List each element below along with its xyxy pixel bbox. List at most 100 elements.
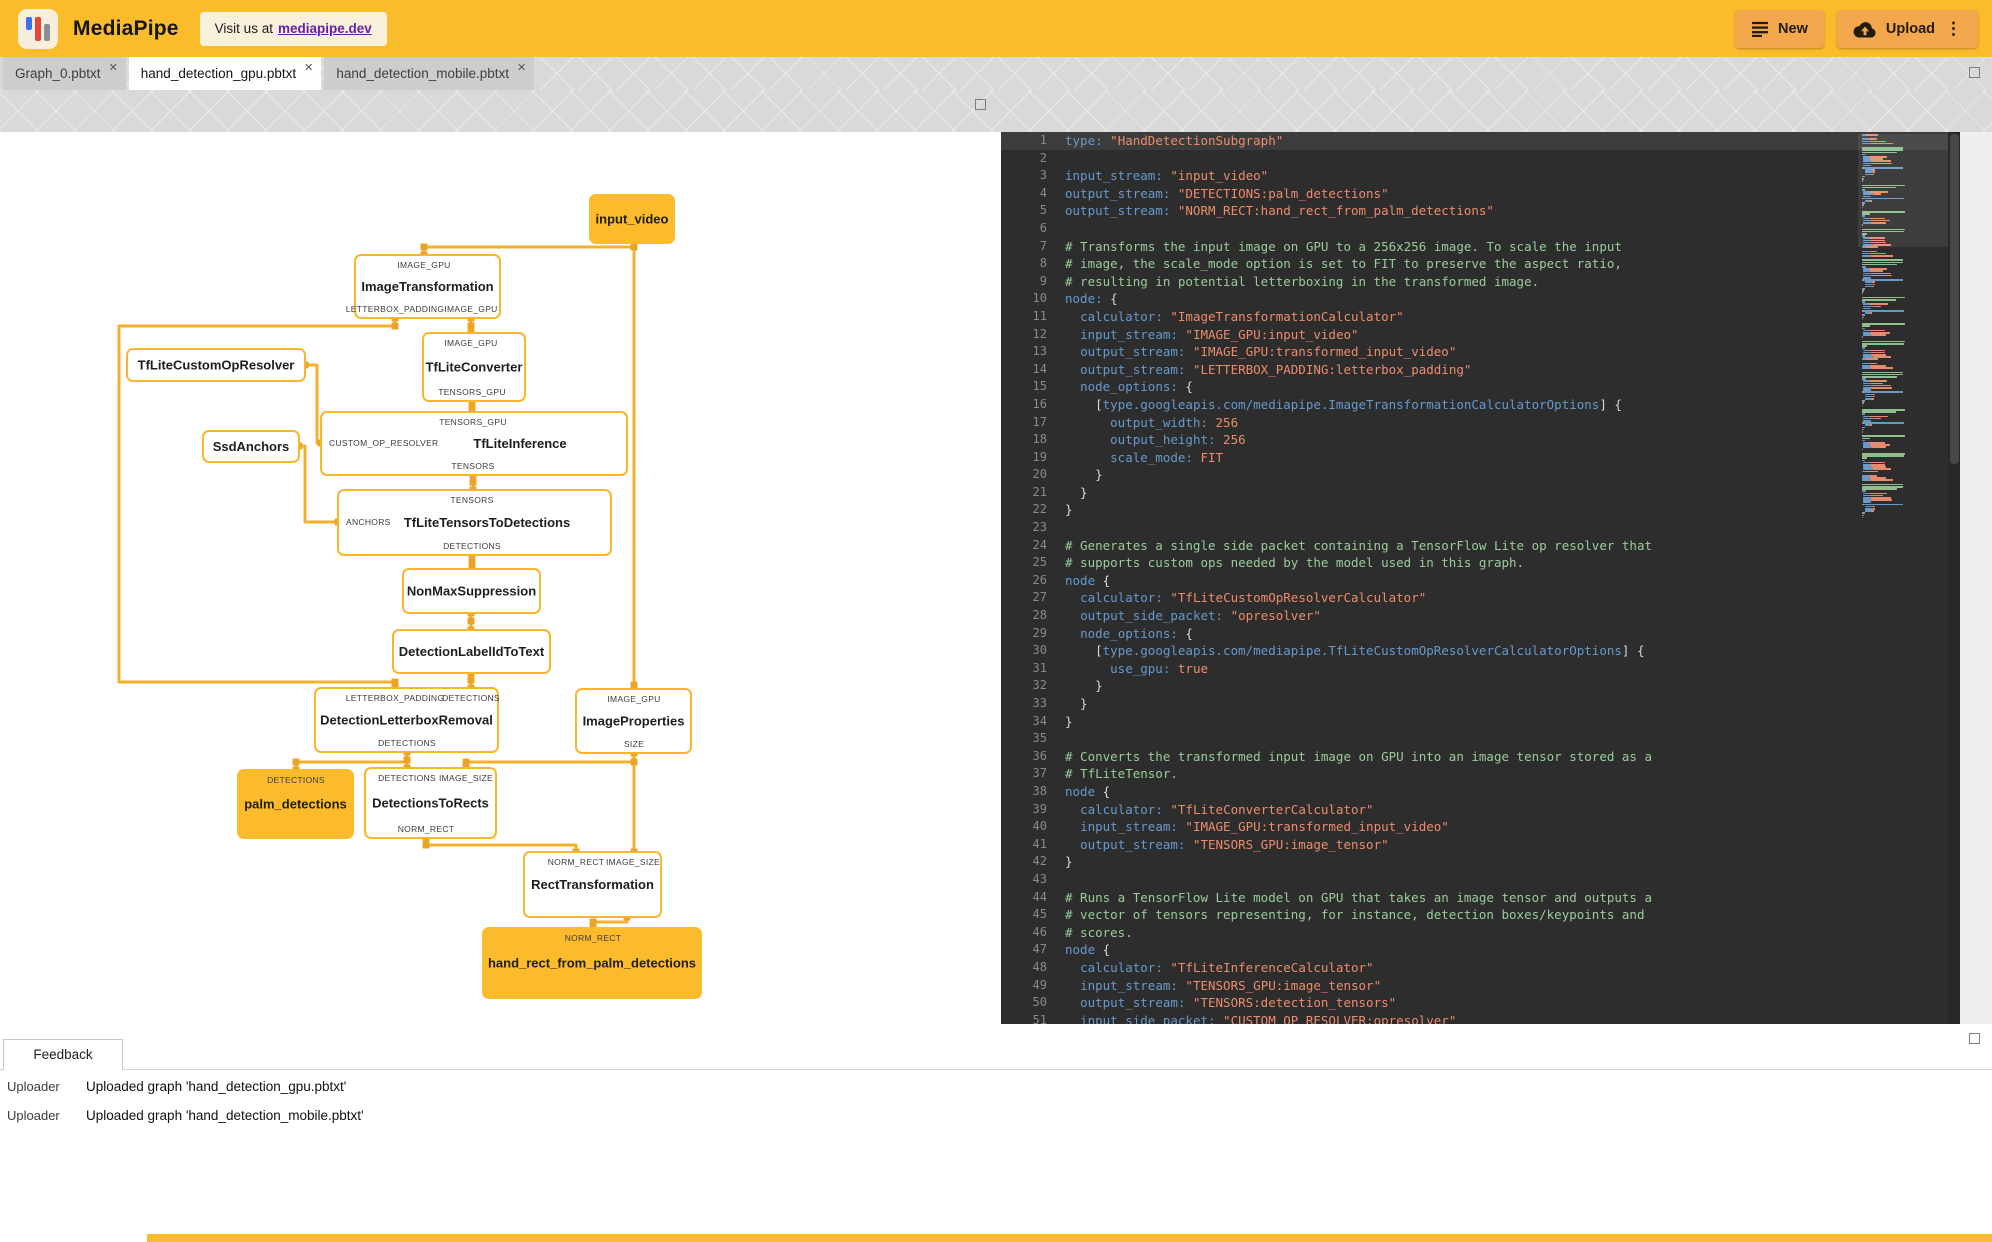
file-tab-2[interactable]: hand_detection_mobile.pbtxt ✕ [324,57,535,90]
close-icon[interactable]: ✕ [517,61,526,74]
feedback-message: Uploaded graph 'hand_detection_gpu.pbtxt… [86,1079,347,1094]
code-line[interactable]: 3 input_stream: "input_video" [1001,167,1960,185]
code-line[interactable]: 51 input_side_packet: "CUSTOM_OP_RESOLVE… [1001,1012,1960,1024]
code-line[interactable]: 47 node { [1001,941,1960,959]
file-tab-0[interactable]: Graph_0.pbtxt ✕ [3,57,126,90]
code-line[interactable]: 12 input_stream: "IMAGE_GPU:input_video" [1001,326,1960,344]
code-line[interactable]: 17 output_width: 256 [1001,414,1960,432]
code-line[interactable]: 20 } [1001,466,1960,484]
code-line[interactable]: 28 output_side_packet: "opresolver" [1001,607,1960,625]
code-line[interactable]: 14 output_stream: "LETTERBOX_PADDING:let… [1001,361,1960,379]
code-line[interactable]: 21 } [1001,484,1960,502]
minimap-line [1862,314,1865,316]
graph-node-input_video[interactable]: input_video [589,194,675,244]
graph-expand-icon[interactable] [975,99,986,110]
line-number: 22 [1032,502,1047,517]
code-line[interactable]: 46 # scores. [1001,924,1960,942]
code-line[interactable]: 30 [type.googleapis.com/mediapipe.TfLite… [1001,642,1960,660]
minimap-line [1863,468,1873,470]
minimap-line [1870,270,1884,272]
editor-scrollbar[interactable] [1948,132,1960,1024]
code-line[interactable]: 6 [1001,220,1960,238]
code-line[interactable]: 44 # Runs a TensorFlow Lite model on GPU … [1001,889,1960,907]
file-tab-1[interactable]: hand_detection_gpu.pbtxt ✕ [128,57,322,90]
graph-node-TfLiteTensorsToDetections[interactable]: TENSORS DETECTIONS ANCHORS TfLiteTensorsToD… [337,489,612,556]
feedback-row: Uploader Uploaded graph 'hand_detection_g… [0,1072,1400,1101]
code-line[interactable]: 31 use_gpu: true [1001,660,1960,678]
minimap-viewport[interactable] [1858,134,1948,247]
upload-button[interactable]: Upload ⋮ [1836,9,1978,48]
editor-scrollbar-thumb[interactable] [1950,134,1959,464]
graph-node-DetectionLetterboxRemoval[interactable]: LETTERBOX_PADDINGDETECTIONSDETECTIONSDet… [314,687,500,753]
code-line[interactable]: 37 # TfLiteTensor. [1001,765,1960,783]
code-line[interactable]: 48 calculator: "TfLiteInferenceCalculato… [1001,959,1960,977]
feedback-expand-icon[interactable] [1969,1033,1980,1044]
code-line[interactable]: 5 output_stream: "NORM_RECT:hand_rect_fro… [1001,202,1960,220]
code-line[interactable]: 49 input_stream: "TENSORS_GPU:image_tens… [1001,977,1960,995]
code-line[interactable]: 24 # Generates a single side packet conta… [1001,537,1960,555]
code-line[interactable]: 32 } [1001,677,1960,695]
graph-canvas[interactable]: input_video IMAGE_GPU LETTERBOX_PADDING IMA… [0,132,1001,1024]
code-line[interactable]: 36 # Converts the transformed input image… [1001,748,1960,766]
code-line[interactable]: 16 [type.googleapis.com/mediapipe.ImageT… [1001,396,1960,414]
code-editor[interactable]: 1 type: "HandDetectionSubgraph" 2 3 input_st… [1001,132,1960,1024]
code-line[interactable]: 19 scale_mode: FIT [1001,449,1960,467]
graph-node-RectTransformation[interactable]: NORM_RECT IMAGE_SIZE RectTransformation [523,851,662,918]
graph-node-hand_rect_from_palm_detections[interactable]: NORM_RECT hand_rect_from_palm_detections [482,927,702,999]
port-marker [391,678,399,686]
code-line[interactable]: 11 calculator: "ImageTransformationCalcu… [1001,308,1960,326]
graph-node-DetectionLabelIdToText[interactable]: DetectionLabelIdToText [392,629,551,674]
code-line[interactable]: 38 node { [1001,783,1960,801]
close-icon[interactable]: ✕ [304,61,313,74]
code-line[interactable]: 50 output_stream: "TENSORS:detection_ten… [1001,994,1960,1012]
node-title: TfLiteInference [473,436,566,451]
code-line[interactable]: 34} [1001,713,1960,731]
code-line[interactable]: 35 [1001,730,1960,748]
code-line[interactable]: 9 # resulting in potential letterboxing i… [1001,273,1960,291]
line-text: } [1065,854,1073,870]
code-line[interactable]: 7 # Transforms the input image on GPU to … [1001,238,1960,256]
close-icon[interactable]: ✕ [109,61,118,74]
code-line[interactable]: 22} [1001,501,1960,519]
editor-expand-icon[interactable] [1969,67,1980,78]
code-line[interactable]: 33 } [1001,695,1960,713]
app-title: MediaPipe [73,16,179,40]
graph-node-ImageTransformation[interactable]: IMAGE_GPULETTERBOX_PADDING IMAGE_GPUImage… [346,254,501,319]
minimap[interactable] [1858,134,1948,1020]
graph-node-palm_detections[interactable]: DETECTIONS palm_detections [237,769,354,839]
line-number: 13 [1032,344,1047,359]
code-line[interactable]: 15 node_options: { [1001,378,1960,396]
node-title: input_video [596,212,669,227]
upload-menu-dots-icon[interactable]: ⋮ [1945,20,1962,37]
graph-node-TfLiteConverter[interactable]: IMAGE_GPU TENSORS_GPU TfLiteConverter [422,332,526,402]
code-line[interactable]: 8 # image, the scale_mode option is set t… [1001,255,1960,273]
graph-node-NonMaxSuppression[interactable]: NonMaxSuppression [402,568,541,614]
graph-node-TfLiteInference[interactable]: TENSORS_GPU TENSORS CUSTOM_OP_RESOLVER TfLi… [320,411,628,476]
graph-node-ImageProperties[interactable]: IMAGE_GPU SIZE ImageProperties [575,688,692,754]
code-line[interactable]: 4 output_stream: "DETECTIONS:palm_detecti… [1001,185,1960,203]
graph-node-TfLiteCustomOpResolver[interactable]: TfLiteCustomOpResolver [126,348,306,382]
code-line[interactable]: 13 output_stream: "IMAGE_GPU:transformed… [1001,343,1960,361]
code-line[interactable]: 45 # vector of tensors representing, for … [1001,906,1960,924]
code-line[interactable]: 41 output_stream: "TENSORS_GPU:image_ten… [1001,836,1960,854]
code-line[interactable]: 1 type: "HandDetectionSubgraph" [1001,132,1960,150]
code-line[interactable]: 23 [1001,519,1960,537]
code-line[interactable]: 10 node: { [1001,290,1960,308]
port-label: TENSORS_GPU [439,417,507,427]
code-line[interactable]: 27 calculator: "TfLiteCustomOpResolverCa… [1001,589,1960,607]
code-line[interactable]: 2 [1001,150,1960,168]
code-line[interactable]: 29 node_options: { [1001,625,1960,643]
code-line[interactable]: 39 calculator: "TfLiteConverterCalculato… [1001,801,1960,819]
tab-feedback[interactable]: Feedback [3,1039,123,1070]
new-button[interactable]: New [1735,9,1824,48]
graph-node-SsdAnchors[interactable]: SsdAnchors [202,430,300,463]
code-line[interactable]: 40 input_stream: "IMAGE_GPU:transformed_… [1001,818,1960,836]
graph-node-DetectionsToRects[interactable]: DETECTIONS IMAGE_SIZE NORM_RECT DetectionsT… [364,767,497,839]
code-line[interactable]: 18 output_height: 256 [1001,431,1960,449]
code-line[interactable]: 42} [1001,853,1960,871]
mediapipe-dev-link[interactable]: mediapipe.dev [278,21,372,36]
code-line[interactable]: 43 [1001,871,1960,889]
code-line[interactable]: 25 # supports custom ops needed by the mo… [1001,554,1960,572]
port-label: TENSORS [450,495,493,505]
code-line[interactable]: 26 node { [1001,572,1960,590]
